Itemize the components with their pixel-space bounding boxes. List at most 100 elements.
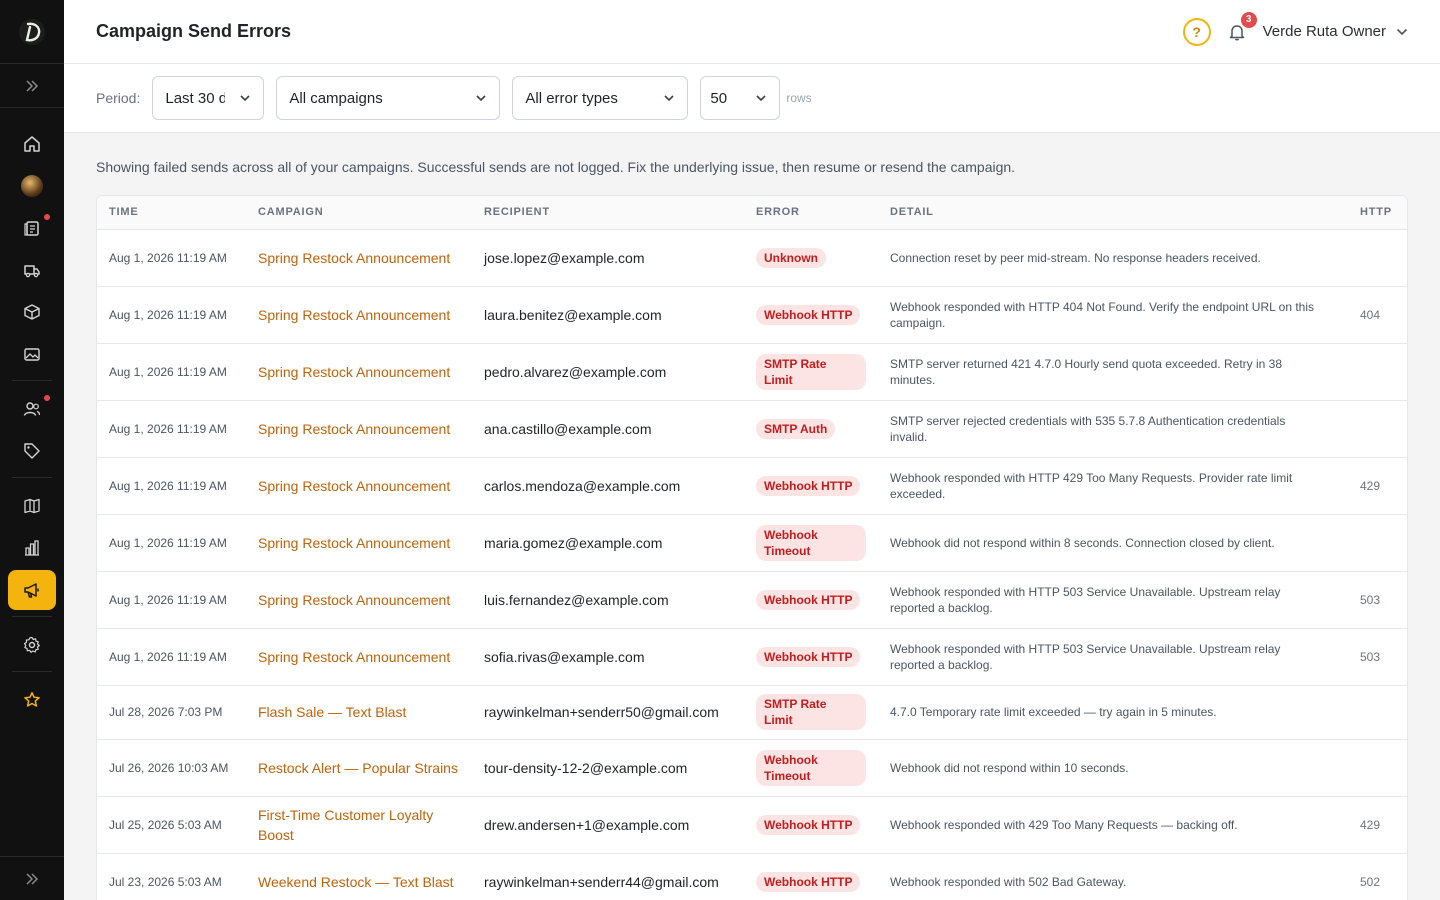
period-label: Period: [96, 90, 141, 106]
error-badge: SMTP Rate Limit [756, 694, 866, 730]
cell-campaign-link[interactable]: First-Time Customer Loyalty Boost [246, 796, 472, 854]
cell-recipient: ana.castillo@example.com [472, 400, 744, 458]
collapse-sidebar-button[interactable] [0, 856, 64, 900]
cell-campaign-link[interactable]: Spring Restock Announcement [246, 286, 472, 344]
cell-detail: Webhook responded with 502 Bad Gateway. [878, 853, 1348, 900]
nav-orders[interactable] [8, 208, 56, 248]
expand-sidebar-button[interactable] [0, 64, 64, 108]
table-row[interactable]: Aug 1, 2026 11:19 AM Spring Restock Anno… [97, 628, 1407, 686]
cell-http [1348, 514, 1407, 572]
cell-http [1348, 685, 1407, 740]
campaign-value: All campaigns [289, 89, 383, 107]
table-row[interactable]: Aug 1, 2026 11:19 AM Spring Restock Anno… [97, 457, 1407, 515]
star-icon [24, 692, 40, 707]
nav-analytics[interactable] [8, 528, 56, 568]
column-header-http[interactable]: HTTP [1348, 196, 1407, 230]
cell-campaign-link[interactable]: Spring Restock Announcement [246, 514, 472, 572]
cell-http [1348, 739, 1407, 797]
cell-recipient: pedro.alvarez@example.com [472, 343, 744, 401]
period-select[interactable]: Last 30 d [152, 76, 265, 120]
sidebar-divider [12, 671, 52, 672]
sidebar [0, 0, 64, 900]
nav-deals[interactable] [8, 431, 56, 471]
cell-campaign-link[interactable]: Spring Restock Announcement [246, 571, 472, 629]
users-icon [23, 402, 41, 416]
column-header-campaign[interactable]: CAMPAIGN [246, 196, 472, 230]
table-row[interactable]: Aug 1, 2026 11:19 AM Spring Restock Anno… [97, 514, 1407, 572]
cell-campaign-link[interactable]: Spring Restock Announcement [246, 628, 472, 686]
period-value: Last 30 d [165, 89, 226, 107]
error-badge: Webhook HTTP [756, 646, 861, 667]
cell-http [1348, 343, 1407, 401]
error-type-select[interactable]: All error types [512, 76, 689, 120]
cell-campaign-link[interactable]: Spring Restock Announcement [246, 457, 472, 515]
column-header-error[interactable]: ERROR [744, 196, 878, 230]
cell-detail: SMTP server rejected credentials with 53… [878, 400, 1348, 458]
chevron-down-icon [476, 95, 486, 102]
table-row[interactable]: Jul 26, 2026 10:03 AM Restock Alert — Po… [97, 739, 1407, 797]
header-actions: ? 3 Verde Ruta Owner [1182, 11, 1408, 46]
cell-campaign-link[interactable]: Spring Restock Announcement [246, 400, 472, 458]
table-row[interactable]: Jul 28, 2026 7:03 PM Flash Sale — Text B… [97, 685, 1407, 740]
top-header: Campaign Send Errors ? 3 Verde Ruta Owne… [64, 0, 1440, 64]
cell-detail: Webhook did not respond within 8 seconds… [878, 514, 1348, 572]
error-badge: SMTP Auth [756, 418, 836, 439]
table-row[interactable]: Aug 1, 2026 11:19 AM Spring Restock Anno… [97, 286, 1407, 344]
table-row[interactable]: Jul 25, 2026 5:03 AM First-Time Customer… [97, 796, 1407, 854]
megaphone-icon [24, 583, 39, 598]
cell-time: Aug 1, 2026 11:19 AM [97, 286, 246, 344]
truck-icon [24, 265, 40, 278]
column-header-recipient[interactable]: RECIPIENT [472, 196, 744, 230]
rows-select[interactable]: 50 [700, 76, 781, 120]
error-badge: Webhook HTTP [756, 871, 861, 892]
nav-products[interactable] [8, 292, 56, 332]
home-icon [24, 136, 40, 152]
bar-chart-icon [25, 540, 39, 556]
cell-campaign-link[interactable]: Restock Alert — Popular Strains [246, 739, 472, 797]
cell-http [1348, 400, 1407, 458]
errors-table-container: TIME CAMPAIGN RECIPIENT ERROR DETAIL HTT… [96, 195, 1408, 900]
nav-home[interactable] [8, 124, 56, 164]
chevron-down-icon [1396, 28, 1408, 35]
column-header-time[interactable]: TIME [97, 196, 246, 230]
cell-recipient: laura.benitez@example.com [472, 286, 744, 344]
cell-campaign-link[interactable]: Spring Restock Announcement [246, 343, 472, 401]
nav-campaigns[interactable] [8, 570, 56, 610]
cell-time: Jul 25, 2026 5:03 AM [97, 796, 246, 854]
cell-detail: Webhook responded with HTTP 503 Service … [878, 628, 1348, 686]
nav-customers[interactable] [8, 389, 56, 429]
table-row[interactable]: Aug 1, 2026 11:19 AM Spring Restock Anno… [97, 229, 1407, 287]
box-icon [24, 304, 40, 320]
nav-settings[interactable] [8, 625, 56, 665]
intro-text: Showing failed sends across all of your … [96, 159, 1016, 175]
avatar [21, 175, 43, 197]
nav-catalog[interactable] [8, 486, 56, 526]
cell-time: Jul 23, 2026 5:03 AM [97, 853, 246, 900]
image-icon [24, 348, 40, 361]
app-logo[interactable] [0, 0, 64, 64]
cell-campaign-link[interactable]: Spring Restock Announcement [246, 229, 472, 287]
rows-value: 50 [710, 89, 728, 107]
nav-favorites[interactable] [8, 680, 56, 720]
cell-http: 503 [1348, 571, 1407, 629]
nav-media[interactable] [8, 334, 56, 374]
user-menu[interactable]: Verde Ruta Owner [1263, 23, 1408, 40]
help-button[interactable]: ? [1182, 17, 1211, 46]
table-row[interactable]: Aug 1, 2026 11:19 AM Spring Restock Anno… [97, 571, 1407, 629]
cell-detail: Webhook responded with 429 Too Many Requ… [878, 796, 1348, 854]
table-row[interactable]: Aug 1, 2026 11:19 AM Spring Restock Anno… [97, 343, 1407, 401]
cell-time: Aug 1, 2026 11:19 AM [97, 229, 246, 287]
notifications-button[interactable]: 3 [1225, 11, 1257, 44]
nav-deliveries[interactable] [8, 250, 56, 290]
cell-campaign-link[interactable]: Flash Sale — Text Blast [246, 685, 472, 740]
gear-icon [23, 636, 40, 653]
cell-recipient: drew.andersen+1@example.com [472, 796, 744, 854]
nav-profile[interactable] [8, 166, 56, 206]
table-row[interactable]: Aug 1, 2026 11:19 AM Spring Restock Anno… [97, 400, 1407, 458]
cell-campaign-link[interactable]: Weekend Restock — Text Blast [246, 853, 472, 900]
table-row[interactable]: Jul 23, 2026 5:03 AM Weekend Restock — T… [97, 853, 1407, 900]
cell-recipient: maria.gomez@example.com [472, 514, 744, 572]
campaign-select[interactable]: All campaigns [276, 76, 501, 120]
column-header-detail[interactable]: DETAIL [878, 196, 1348, 230]
cell-http: 503 [1348, 628, 1407, 686]
